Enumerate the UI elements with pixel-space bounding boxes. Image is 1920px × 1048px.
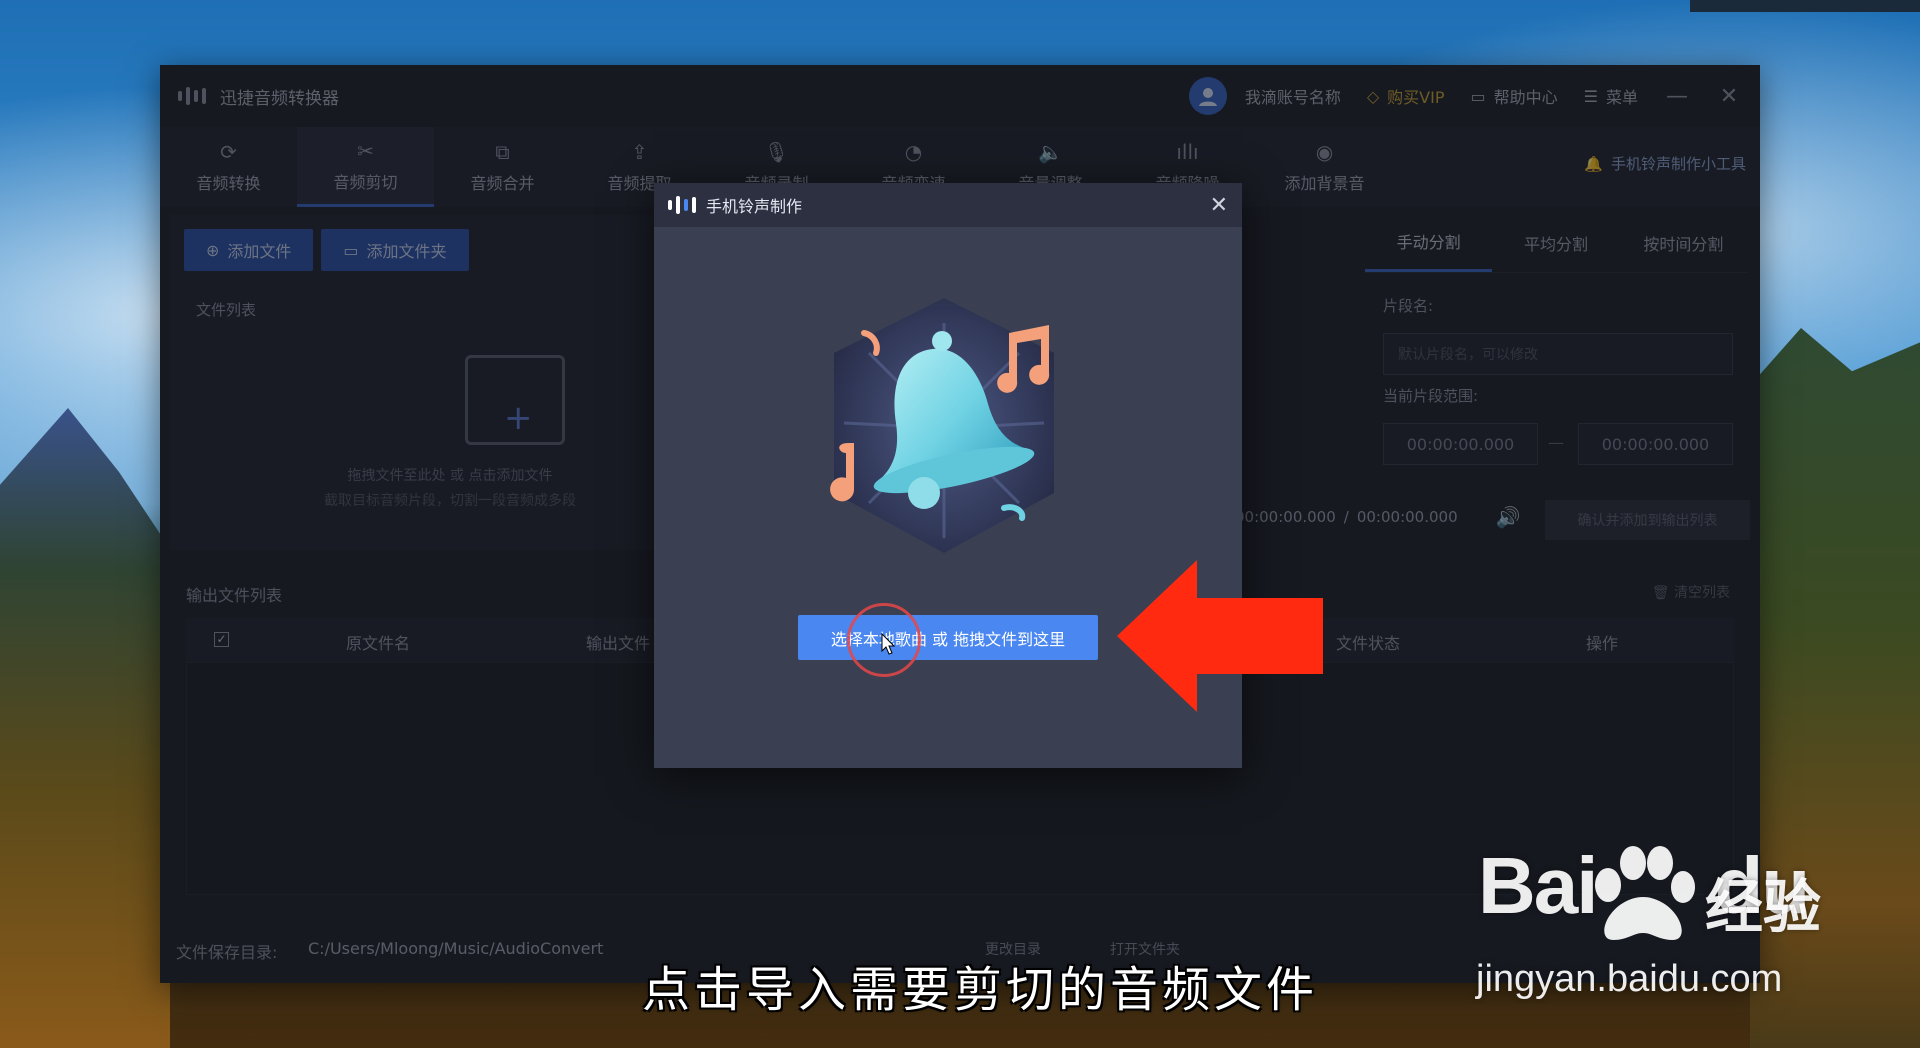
red-arrow-icon [1117,560,1323,712]
baidu-jingyan-text: 经验 [1705,873,1822,941]
desktop-top-strip [1690,0,1920,12]
baidu-jingyan-url: jingyan.baidu.com [1476,958,1783,1000]
dialog-title: 手机铃声制作 [706,197,803,216]
baidu-logo-part-a: Bai [1478,841,1598,930]
dialog-header: 手机铃声制作 ✕ [654,183,1242,227]
dialog-logo-icon [668,196,696,214]
baidu-paw-icon [1595,846,1695,940]
dialog-close-icon[interactable]: ✕ [1210,193,1228,218]
mouse-cursor-icon [881,633,895,655]
bell-illustration-icon [830,298,1054,553]
select-local-song-button[interactable]: 选择本地歌曲 或 拖拽文件到这里 [798,615,1098,660]
